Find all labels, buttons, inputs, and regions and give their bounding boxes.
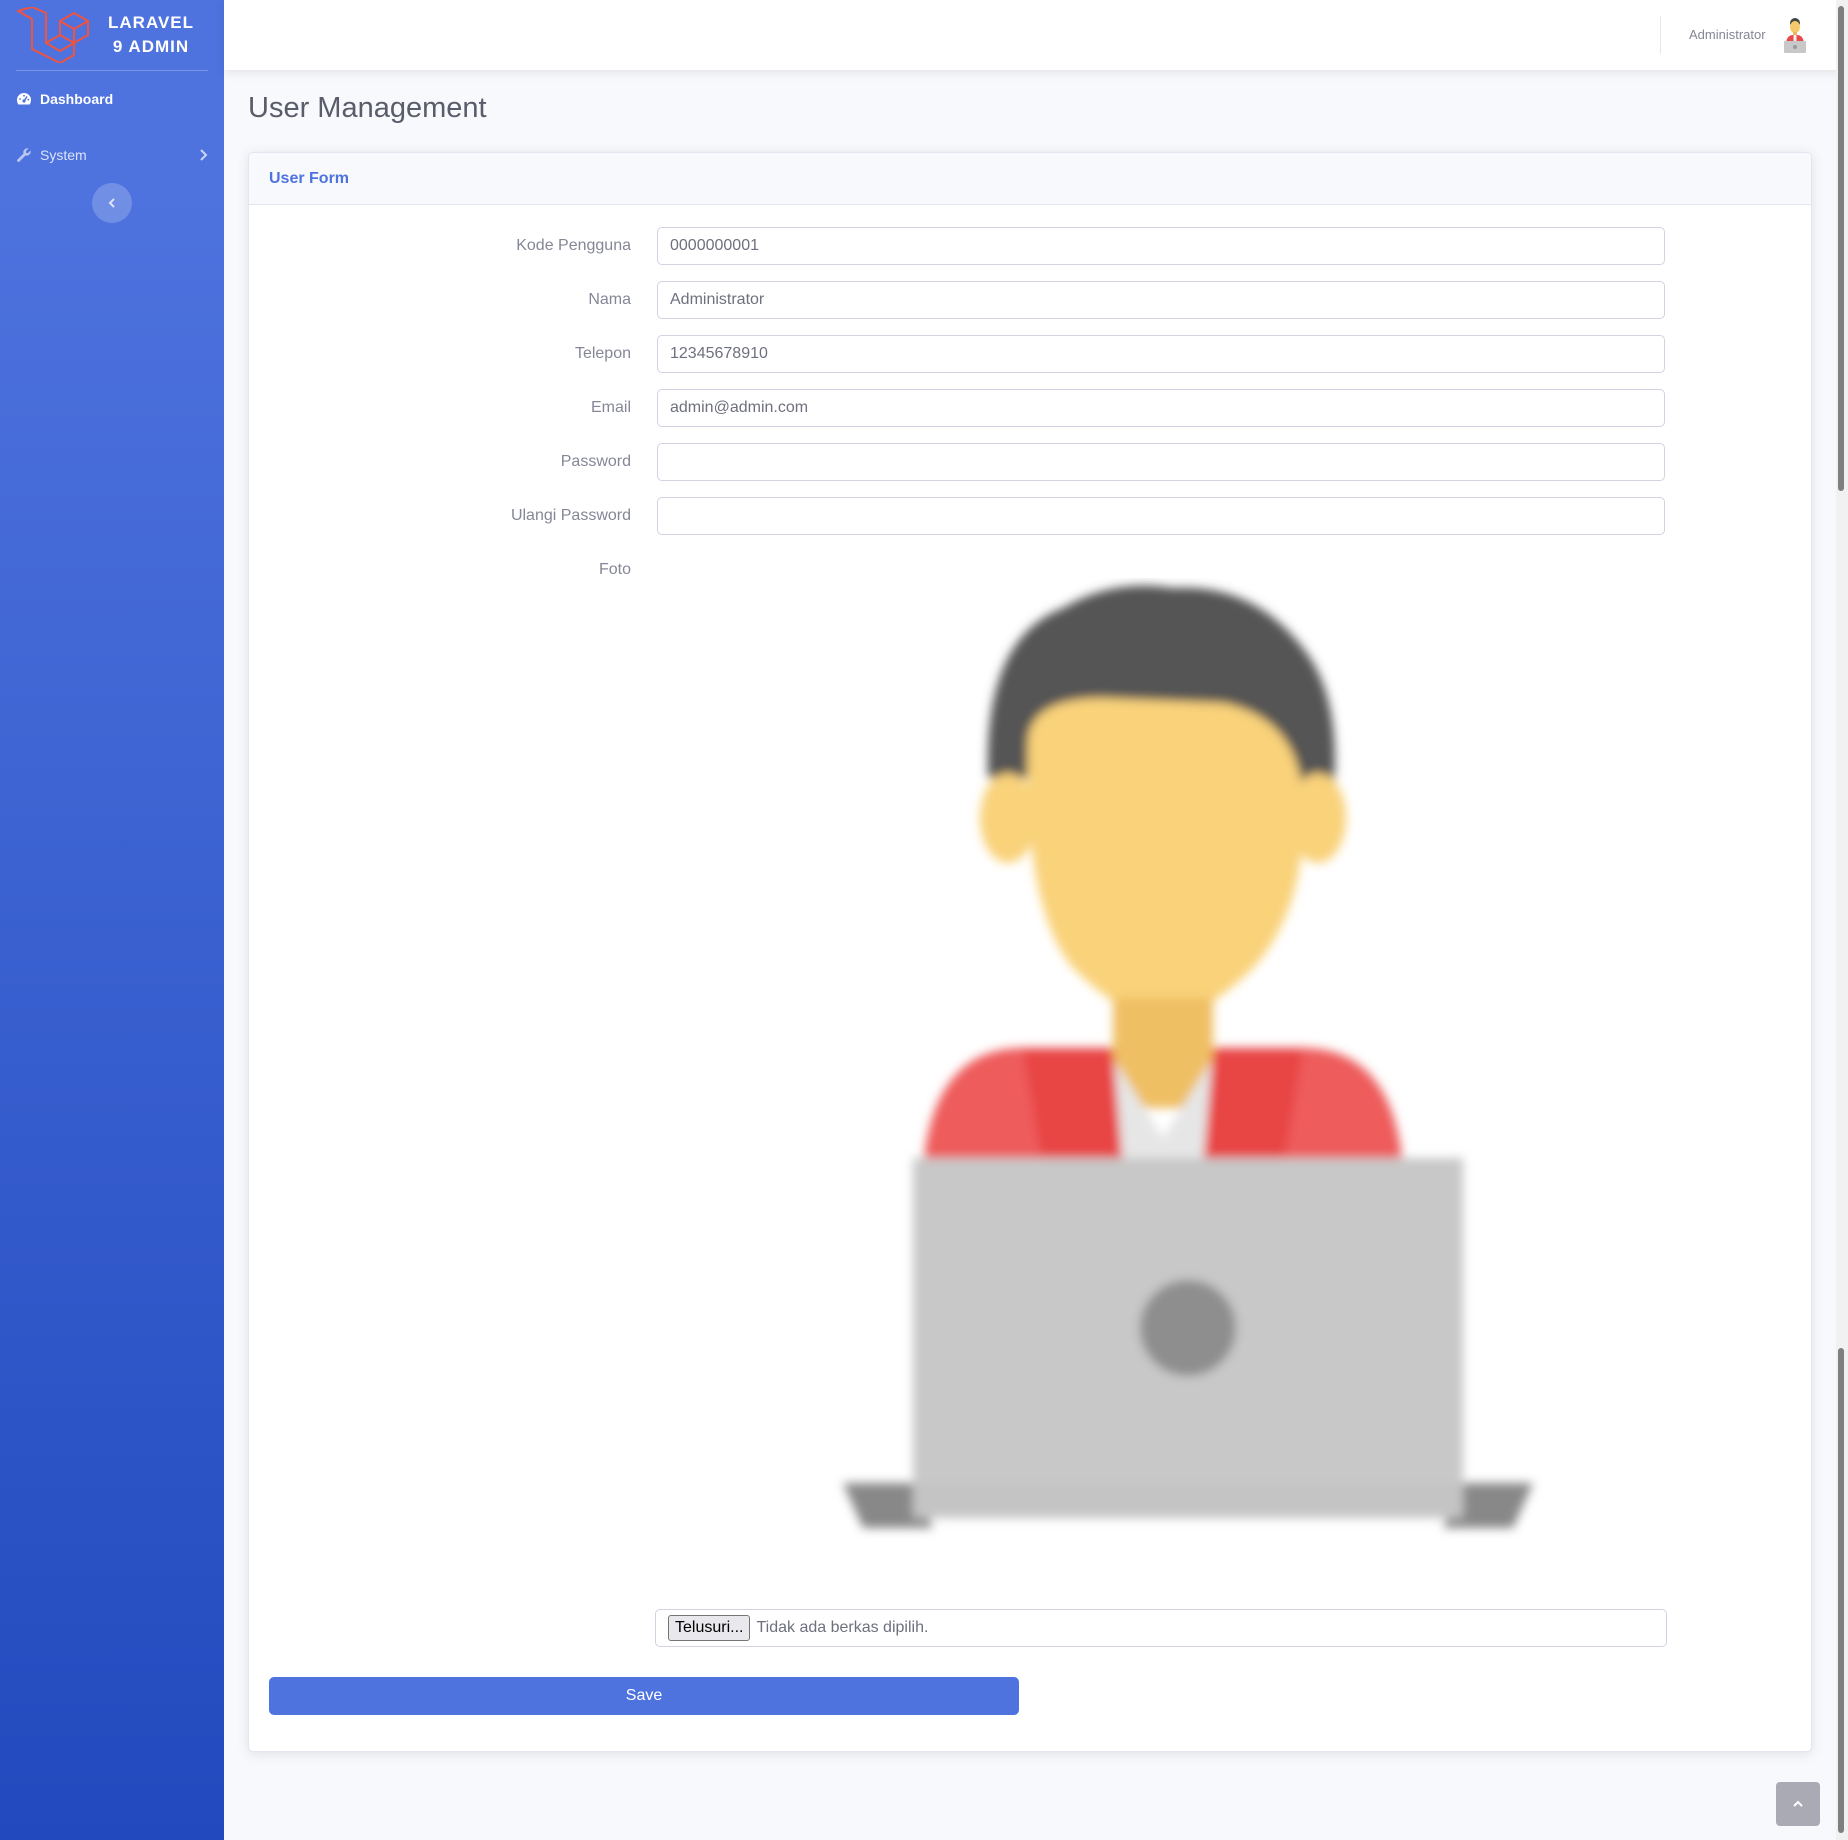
sidebar-item-dashboard[interactable]: Dashboard — [0, 71, 224, 127]
browse-file-button[interactable]: Telusuri... — [668, 1615, 751, 1641]
topbar: Administrator — [224, 0, 1848, 70]
card-header: User Form — [249, 153, 1811, 205]
tachometer-icon — [16, 91, 32, 107]
form-row-kode: Kode Pengguna — [249, 227, 1811, 265]
file-status-text: Tidak ada berkas dipilih. — [756, 1619, 929, 1636]
laravel-logo — [17, 7, 89, 63]
field-label: Email — [590, 399, 631, 416]
field-label: Foto — [598, 561, 631, 578]
scrollbar-thumb[interactable] — [1838, 6, 1844, 491]
wrench-icon — [16, 147, 32, 163]
page-title: User Management — [248, 92, 487, 124]
sidebar-brand[interactable]: LARAVEL 9 ADMIN — [0, 0, 224, 70]
field-label: Nama — [588, 291, 631, 308]
brand-line-1: LARAVEL — [108, 13, 195, 32]
user-photo-preview — [843, 585, 1533, 1528]
sidebar-item-label: System — [40, 147, 87, 163]
confirm-password-input[interactable] — [657, 497, 1665, 535]
chevron-right-icon — [200, 149, 208, 161]
field-label: Password — [560, 453, 631, 470]
password-input[interactable] — [657, 443, 1665, 481]
brand-text: LARAVEL 9 ADMIN — [108, 11, 194, 59]
sidebar-item-system[interactable]: System — [0, 127, 224, 183]
form-row-telepon: Telepon — [249, 335, 1811, 373]
form-row-nama: Nama — [249, 281, 1811, 319]
chevron-up-icon — [1793, 1800, 1803, 1807]
field-label: Ulangi Password — [510, 507, 631, 524]
sidebar-item-label: Dashboard — [40, 91, 114, 107]
chevron-left-icon — [108, 198, 115, 208]
sidebar-toggle-button[interactable] — [92, 183, 132, 223]
scrollbar-thumb[interactable] — [1838, 1348, 1844, 1833]
photo-file-input[interactable]: Telusuri... Tidak ada berkas dipilih. — [655, 1609, 1667, 1647]
user-name[interactable]: Administrator — [1689, 27, 1766, 42]
user-form-card: User Form Kode Pengguna Nama Telepon Ema… — [248, 152, 1812, 1752]
form-row-ulangi-password: Ulangi Password — [249, 497, 1811, 535]
save-button[interactable]: Save — [269, 1677, 1019, 1715]
kode-pengguna-input[interactable] — [657, 227, 1665, 265]
form-row-password: Password — [249, 443, 1811, 481]
field-label: Kode Pengguna — [516, 237, 631, 254]
avatar[interactable] — [1780, 17, 1810, 53]
sidebar: LARAVEL 9 ADMIN Dashboard System — [0, 0, 224, 1840]
form-row-email: Email — [249, 389, 1811, 427]
topbar-divider — [1660, 16, 1661, 54]
brand-line-2: 9 ADMIN — [112, 37, 190, 56]
scroll-to-top-button[interactable] — [1776, 1782, 1820, 1826]
field-label: Telepon — [574, 345, 631, 362]
email-input[interactable] — [657, 389, 1665, 427]
nama-input[interactable] — [657, 281, 1665, 319]
telepon-input[interactable] — [657, 335, 1665, 373]
